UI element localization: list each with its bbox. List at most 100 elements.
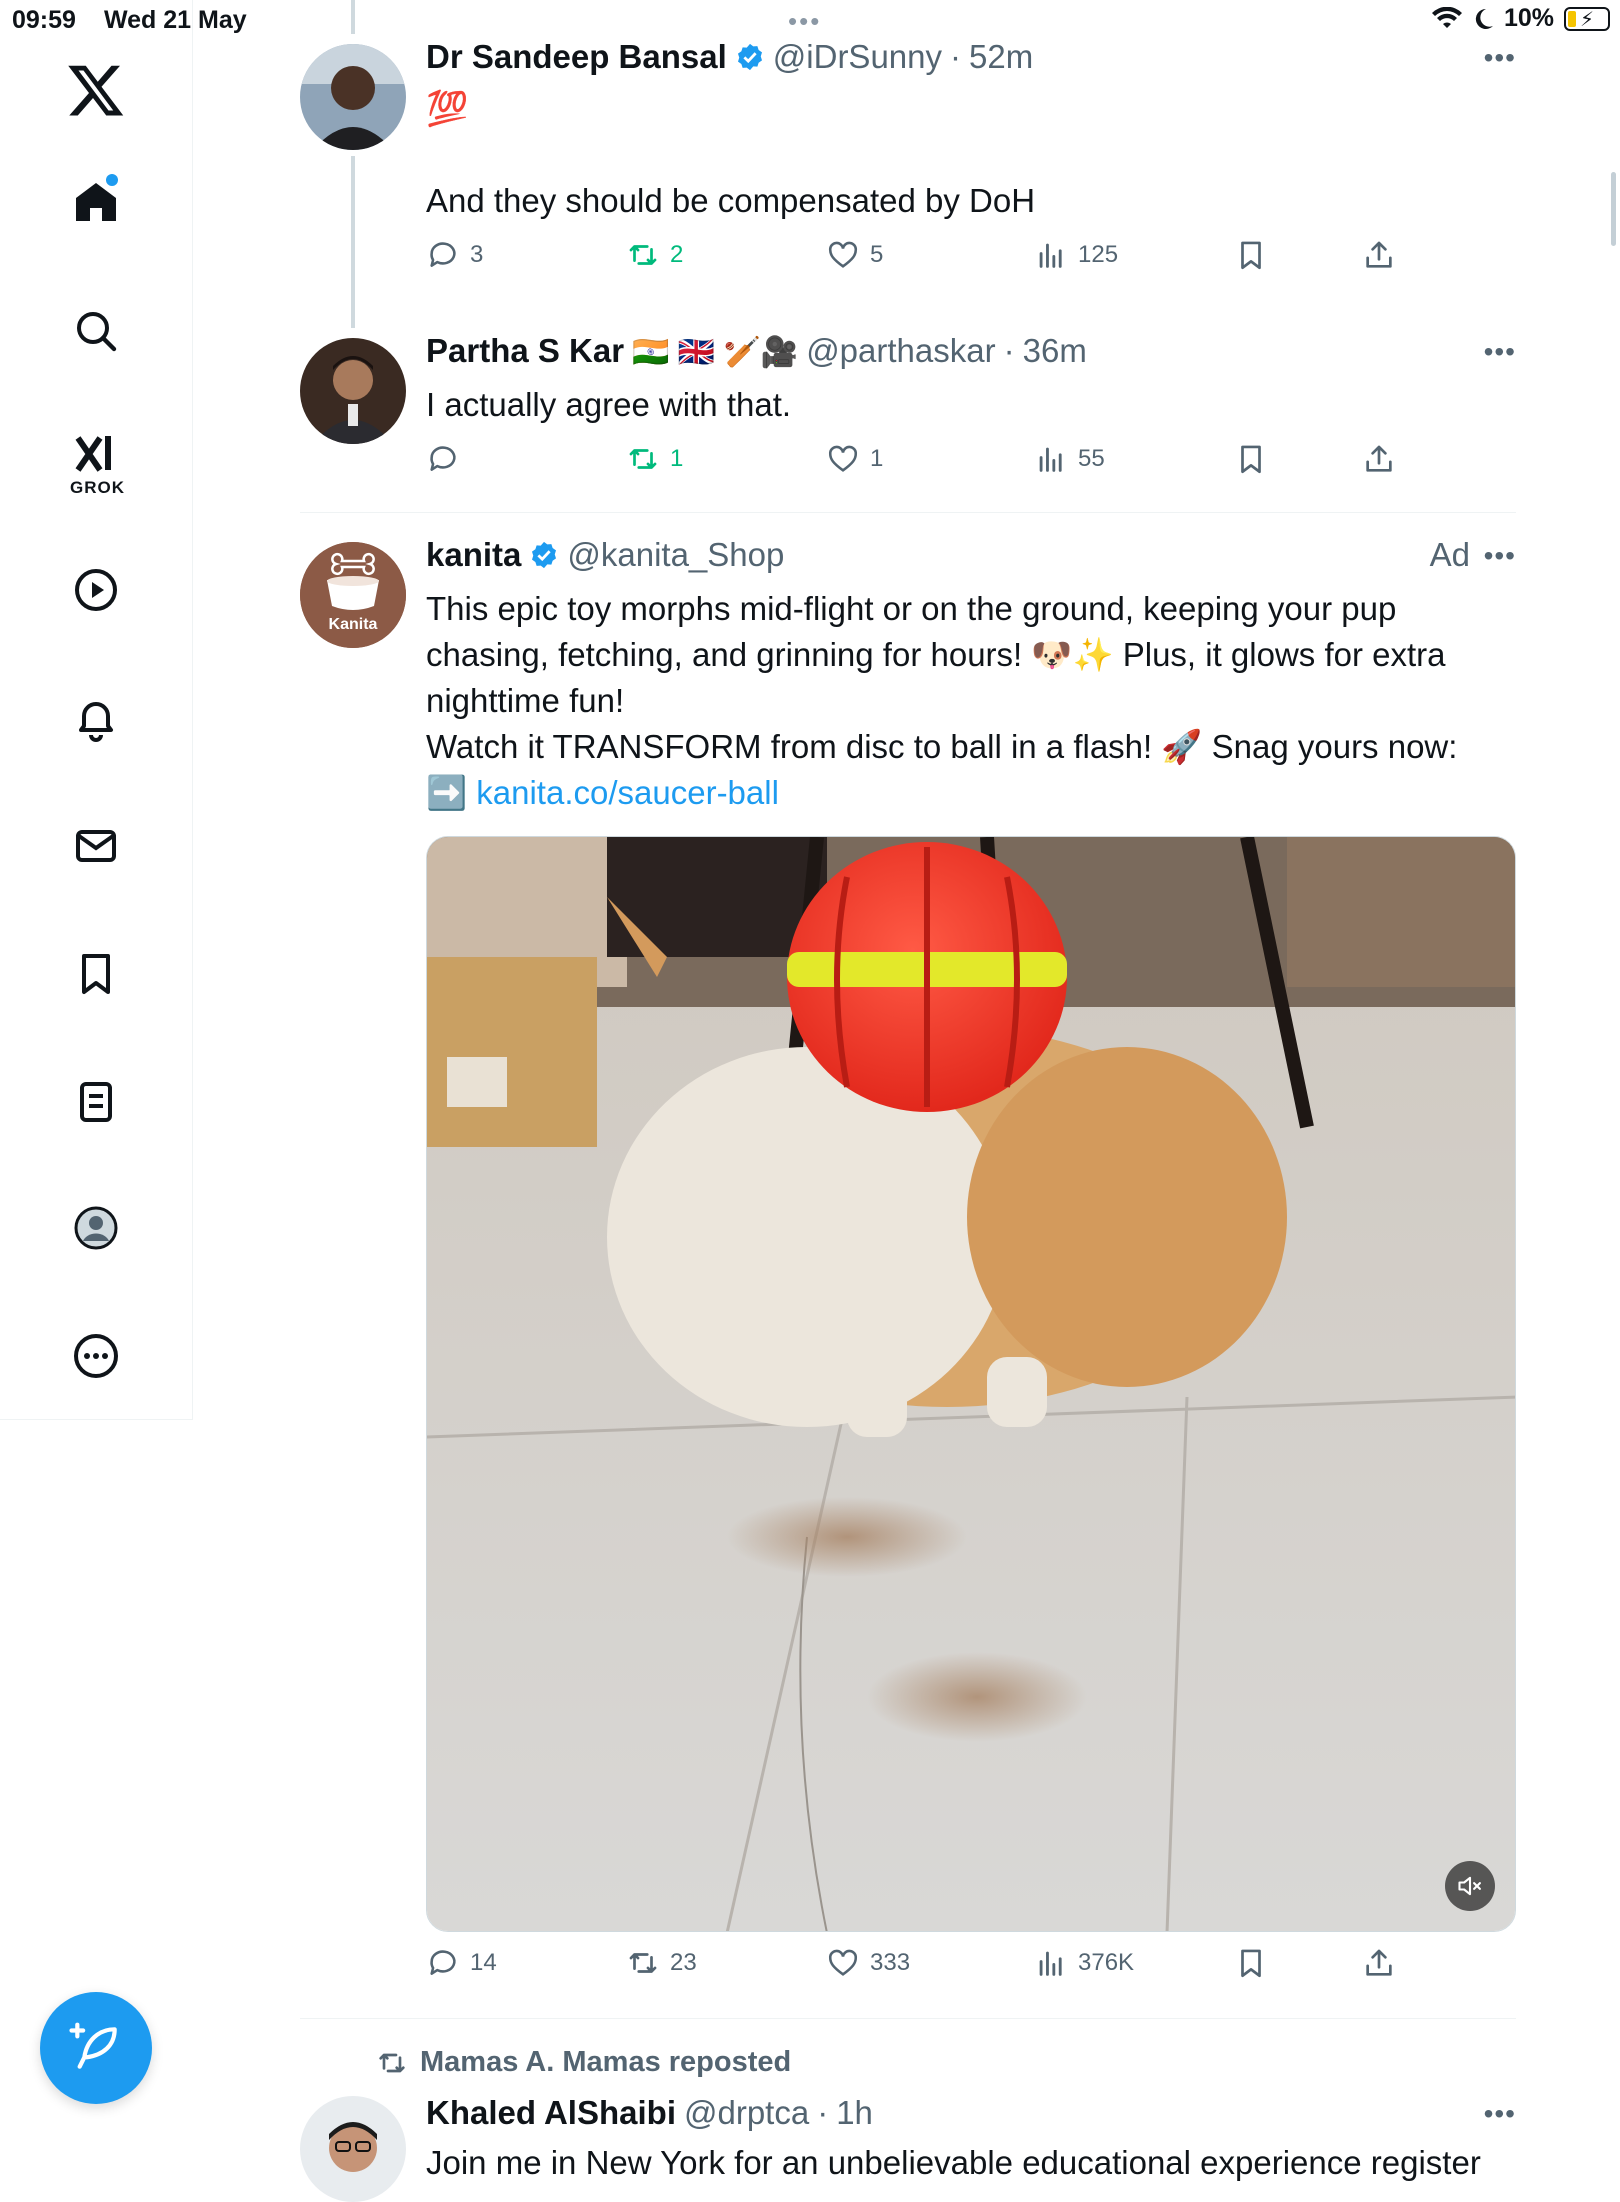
scrollbar[interactable]	[1611, 172, 1616, 246]
author-handle[interactable]: @drptca	[684, 2094, 809, 2132]
like-count: 1	[870, 445, 884, 472]
repost-button[interactable]: 23	[626, 1946, 697, 1980]
repost-count: 1	[670, 445, 684, 472]
tweet-header: Dr Sandeep Bansal @iDrSunny · 52m	[426, 38, 1033, 76]
views-button[interactable]: 55	[1034, 442, 1105, 476]
nav-video[interactable]	[66, 560, 126, 620]
tweet-more-icon[interactable]: •••	[1484, 2098, 1516, 2130]
tweet-actions: 1 1 55	[426, 442, 1516, 486]
tweet-link[interactable]: kanita.co/saucer-ball	[476, 774, 779, 811]
heart-icon	[828, 241, 858, 268]
compose-feather-icon	[69, 2022, 117, 2069]
bookmark-icon	[1241, 241, 1261, 270]
tweet-actions: 3 2 5 125	[426, 238, 1516, 282]
reposted-by: Mamas A. Mamas reposted	[420, 2046, 792, 2078]
reply-icon	[430, 446, 456, 471]
repost-count: 23	[670, 1949, 697, 1976]
share-button[interactable]	[1362, 442, 1396, 476]
author-handle[interactable]: @iDrSunny	[773, 38, 942, 76]
views-count: 376K	[1078, 1949, 1135, 1976]
tweet-more-icon[interactable]: •••	[1484, 336, 1516, 368]
views-button[interactable]: 125	[1034, 238, 1118, 272]
ad-label: Ad	[1429, 536, 1470, 573]
avatar[interactable]: Kanita	[300, 542, 406, 648]
like-button[interactable]: 1	[826, 442, 883, 476]
repost-button[interactable]: 2	[626, 238, 683, 272]
x-logo-icon[interactable]	[66, 60, 126, 120]
separator-dot: ·	[1003, 332, 1015, 369]
repost-icon	[629, 245, 657, 265]
repost-icon	[629, 1953, 657, 1973]
timeline-feed: Dr Sandeep Bansal @iDrSunny · 52m ••• 💯 …	[300, 0, 1516, 2202]
nav-bookmarks[interactable]	[66, 944, 126, 1004]
repost-icon	[379, 2053, 405, 2072]
tweet-more-icon[interactable]: •••	[1484, 540, 1516, 572]
views-button[interactable]: 376K	[1034, 1946, 1134, 1980]
avatar[interactable]	[300, 338, 406, 444]
tweet-time[interactable]: 52m	[969, 38, 1033, 76]
nav-messages[interactable]	[66, 816, 126, 876]
muted-speaker-icon	[1458, 1876, 1481, 1896]
share-icon	[1366, 1949, 1392, 1976]
like-button[interactable]: 333	[826, 1946, 910, 1980]
nav-search[interactable]	[66, 301, 126, 361]
reply-count: 14	[470, 1949, 497, 1976]
author-name[interactable]: Khaled AlShaibi	[426, 2094, 676, 2132]
sidebar: GROK	[0, 0, 193, 1420]
tweet-time[interactable]: 1h	[836, 2094, 873, 2132]
share-icon	[1366, 241, 1392, 268]
share-button[interactable]	[1362, 238, 1396, 272]
notifications-icon	[79, 702, 113, 742]
author-name[interactable]: Dr Sandeep Bansal	[426, 38, 727, 76]
share-button[interactable]	[1362, 1946, 1396, 1980]
verified-badge-icon	[737, 43, 762, 71]
share-icon	[1366, 445, 1392, 472]
views-count: 125	[1078, 241, 1119, 268]
bookmark-button[interactable]	[1234, 1946, 1268, 1980]
avatar[interactable]	[300, 44, 406, 150]
tweet-divider	[300, 512, 1516, 513]
lists-icon	[80, 1082, 112, 1122]
views-icon	[1039, 243, 1062, 268]
thread-connector	[351, 156, 355, 328]
author-flags: 🇮🇳 🇬🇧 🏏🎥	[632, 336, 799, 369]
compose-post-button[interactable]	[40, 1992, 152, 2104]
tweet-time[interactable]: 36m	[1023, 332, 1087, 370]
reply-count: 3	[470, 241, 484, 268]
like-button[interactable]: 5	[826, 238, 883, 272]
nav-more[interactable]	[66, 1326, 126, 1386]
tweet-header: Partha S Kar 🇮🇳 🇬🇧 🏏🎥 @parthaskar · 36m	[426, 332, 1087, 370]
avatar-brand-label: Kanita	[328, 616, 378, 633]
repost-button[interactable]: 1	[626, 442, 683, 476]
reply-button[interactable]	[426, 442, 470, 476]
like-count: 333	[870, 1949, 911, 1976]
author-name[interactable]: kanita	[426, 536, 521, 574]
reply-icon	[430, 242, 456, 267]
mute-button[interactable]	[1445, 1861, 1495, 1911]
nav-profile[interactable]	[66, 1198, 126, 1258]
like-count: 5	[870, 241, 884, 268]
bookmark-button[interactable]	[1234, 238, 1268, 272]
avatar[interactable]	[300, 2096, 406, 2202]
heart-icon	[828, 1949, 858, 1976]
repost-context[interactable]: Mamas A. Mamas reposted	[376, 2046, 791, 2079]
bookmark-button[interactable]	[1234, 442, 1268, 476]
views-icon	[1039, 1951, 1062, 1976]
nav-grok[interactable]	[66, 424, 126, 484]
grok-label: GROK	[70, 478, 125, 497]
separator-dot: ·	[950, 38, 962, 75]
nav-notifications[interactable]	[66, 688, 126, 748]
tweet-header: Khaled AlShaibi @drptca · 1h	[426, 2094, 873, 2132]
reply-button[interactable]: 3	[426, 238, 483, 272]
search-icon	[77, 312, 117, 352]
battery-icon: ⚡	[1564, 6, 1610, 31]
tweet-more-icon[interactable]: •••	[1484, 42, 1516, 74]
views-count: 55	[1078, 445, 1105, 472]
author-handle[interactable]: @parthaskar	[806, 332, 995, 370]
author-handle[interactable]: @kanita_Shop	[567, 536, 784, 574]
author-name[interactable]: Partha S Kar	[426, 332, 624, 370]
reply-button[interactable]: 14	[426, 1946, 497, 1980]
heart-icon	[828, 445, 858, 472]
video-player[interactable]	[426, 836, 1516, 1932]
nav-lists[interactable]	[66, 1072, 126, 1132]
